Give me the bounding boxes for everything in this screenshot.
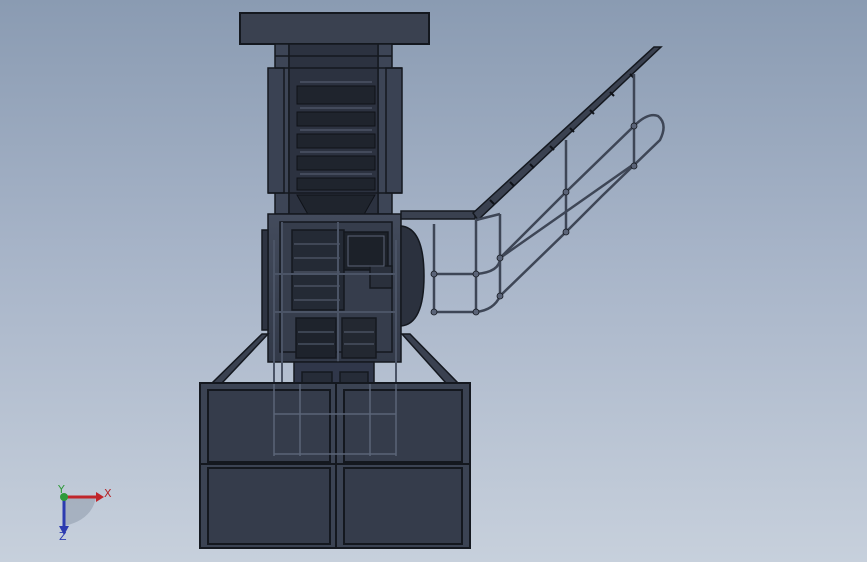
cad-viewport[interactable]: X Y Z xyxy=(0,0,867,562)
axis-z-label: Z xyxy=(59,530,67,543)
hopper-top-cap xyxy=(239,12,430,45)
axis-triad xyxy=(59,492,104,535)
crusher-model xyxy=(59,12,665,549)
crusher-body xyxy=(261,213,425,363)
handrails xyxy=(432,74,665,314)
axis-y-label: Y xyxy=(58,483,65,496)
side-platform xyxy=(400,210,476,220)
axis-x-label: X xyxy=(104,487,112,500)
base-frame xyxy=(199,382,471,549)
triad-x-arrow xyxy=(96,492,104,502)
triad-shadow xyxy=(64,497,96,526)
